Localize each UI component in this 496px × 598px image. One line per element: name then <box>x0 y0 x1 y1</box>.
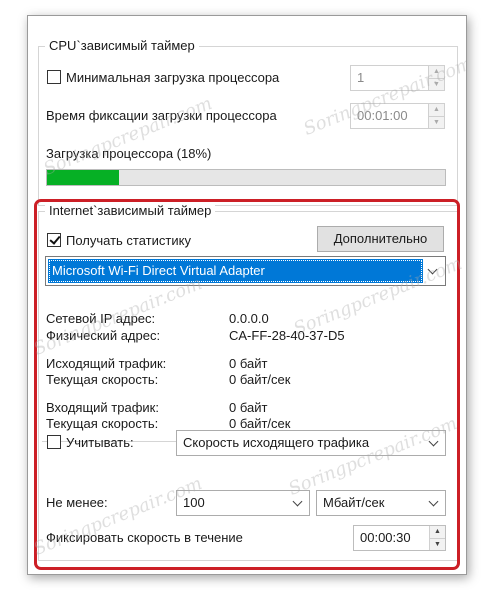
min-cpu-load-value: 1 <box>357 70 365 85</box>
timer-settings-window: CPU`зависимый таймер Минимальная загрузк… <box>27 15 467 575</box>
cpu-load-progress-fill <box>47 170 119 185</box>
cpu-group-title: CPU`зависимый таймер <box>45 38 199 54</box>
spin-down-icon[interactable]: ▼ <box>429 116 444 128</box>
min-cpu-load-checkbox[interactable] <box>47 70 61 84</box>
spin-up-icon[interactable]: ▲ <box>429 66 444 78</box>
spin-down-icon[interactable]: ▼ <box>429 78 444 90</box>
spin-up-icon[interactable]: ▲ <box>429 104 444 116</box>
min-cpu-load-label: Минимальная загрузка процессора <box>66 70 280 85</box>
cpu-fix-time-value: 00:01:00 <box>357 108 408 123</box>
cpu-load-progress-bar <box>46 169 446 186</box>
cpu-load-label: Загрузка процессора (18%) <box>46 146 212 161</box>
cpu-fix-time-label: Время фиксации загрузки процессора <box>46 108 277 123</box>
cpu-fix-time-arrows[interactable]: ▲ ▼ <box>428 104 444 128</box>
min-cpu-load-arrows[interactable]: ▲ ▼ <box>428 66 444 90</box>
min-cpu-load-spinner[interactable]: 1 ▲ ▼ <box>350 65 445 91</box>
highlight-frame <box>34 199 460 570</box>
cpu-fix-time-spinner[interactable]: 00:01:00 ▲ ▼ <box>350 103 445 129</box>
